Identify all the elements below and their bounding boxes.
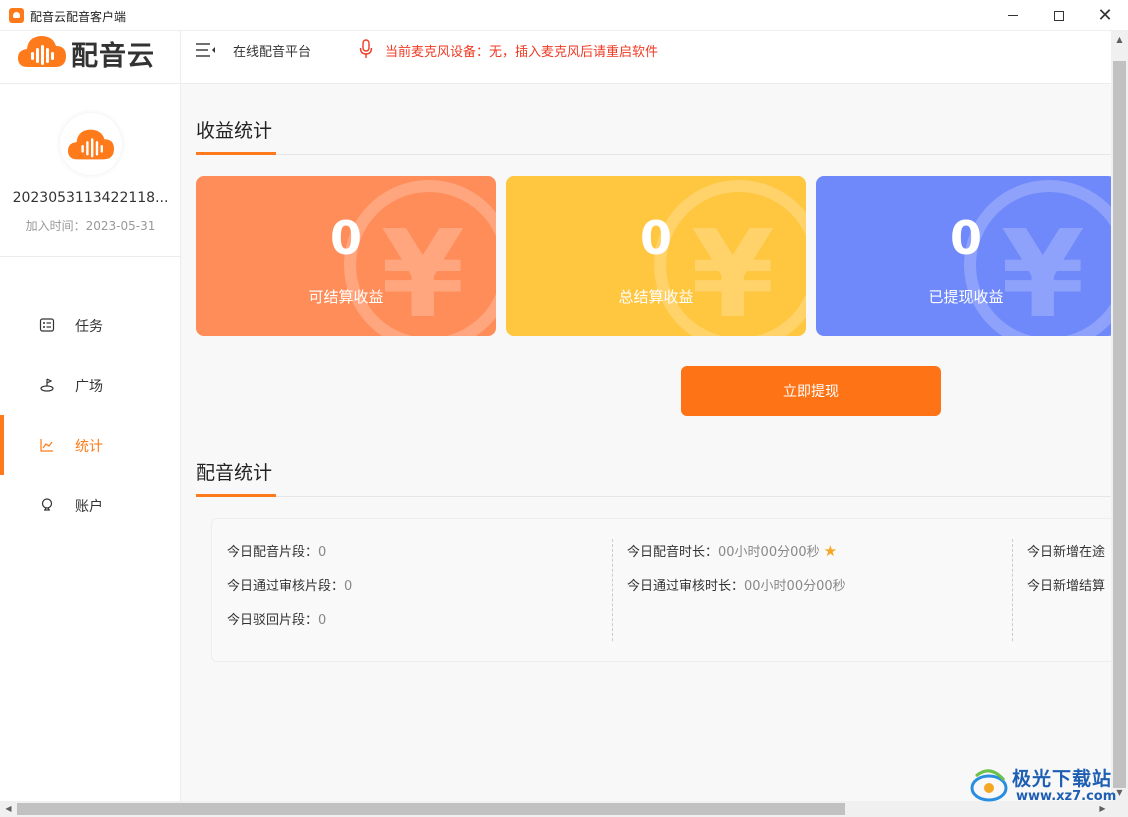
scroll-left-arrow-icon[interactable]: ◀	[0, 801, 17, 817]
avatar[interactable]	[60, 113, 122, 175]
section-title-underline	[196, 494, 276, 497]
site-watermark: 极光下载站 www.xz7.com	[968, 762, 1118, 808]
aurora-logo-icon	[970, 769, 1008, 802]
window-title: 配音云配音客户端	[30, 10, 127, 24]
earnings-card-settleable: ¥ 0 可结算收益	[196, 176, 496, 336]
sidebar: 配音云 2023053113422118... 加入时间：2023-05-31 …	[0, 31, 181, 801]
earnings-value: 0	[949, 211, 982, 265]
earnings-value: 0	[329, 211, 362, 265]
top-header: 在线配音平台 当前麦克风设备：无，插入麦克风后请重启软件	[181, 31, 1111, 84]
stat-label: 今日通过审核片段：	[227, 579, 345, 594]
sidebar-item-label: 账户	[75, 499, 103, 515]
maximize-button[interactable]	[1036, 0, 1082, 31]
stat-label: 今日通过审核时长：	[627, 579, 745, 594]
vertical-scroll-thumb[interactable]	[1113, 61, 1126, 788]
sidebar-item-label: 广场	[75, 379, 103, 395]
task-icon	[39, 318, 55, 332]
platform-title: 在线配音平台	[233, 45, 312, 60]
earnings-label: 已提现收益	[928, 288, 1004, 306]
sidebar-item-statistics[interactable]: 统计	[0, 415, 181, 475]
stat-today-segments: 今日配音片段：0	[227, 541, 326, 560]
stat-label: 今日新增结算	[1027, 579, 1106, 594]
stat-today-approved-segments: 今日通过审核片段：0	[227, 575, 352, 594]
stat-label: 今日驳回片段：	[227, 613, 319, 628]
withdraw-button[interactable]: 立即提现	[681, 366, 941, 416]
earnings-card-total: ¥ 0 总结算收益	[506, 176, 806, 336]
dubbing-section-title: 配音统计	[196, 462, 273, 484]
column-divider	[612, 539, 613, 641]
stat-label: 今日新增在途	[1027, 545, 1106, 560]
sidebar-item-label: 任务	[75, 319, 103, 335]
main-content: 收益统计 ¥ 0 可结算收益 ¥ 0 总结算收益 ¥ 0 已提现收益 立即提现 …	[181, 84, 1111, 801]
sidebar-item-account[interactable]: 账户	[0, 475, 181, 535]
menu-collapse-icon[interactable]	[196, 42, 216, 58]
dubbing-stats-panel: 今日配音片段：0 今日通过审核片段：0 今日驳回片段：0 今日配音时长：00小时…	[211, 518, 1111, 662]
microphone-icon	[359, 39, 373, 58]
account-icon	[41, 498, 53, 511]
star-icon: ★	[823, 542, 838, 560]
earnings-section-title: 收益统计	[196, 120, 273, 142]
earnings-value: 0	[639, 211, 672, 265]
stat-value: 0	[318, 545, 327, 560]
user-id: 2023053113422118...	[12, 190, 169, 206]
microphone-warning: 当前麦克风设备：无，插入麦克风后请重启软件	[385, 45, 659, 60]
stat-value: 0	[318, 613, 327, 628]
minimize-button[interactable]	[990, 0, 1036, 31]
square-icon	[40, 378, 54, 392]
minimize-icon	[1008, 15, 1018, 16]
section-divider	[196, 154, 1111, 155]
join-time: 加入时间：2023-05-31	[25, 219, 156, 233]
divider	[0, 256, 181, 257]
sidebar-item-task[interactable]: 任务	[0, 295, 181, 355]
earnings-card-withdrawn: ¥ 0 已提现收益	[816, 176, 1111, 336]
watermark-name: 极光下载站	[1012, 768, 1113, 790]
scroll-up-arrow-icon[interactable]: ▲	[1111, 31, 1128, 48]
window-titlebar: 配音云配音客户端 ✕	[0, 0, 1128, 31]
stat-label: 今日配音片段：	[227, 545, 319, 560]
stat-today-new-in-transit: 今日新增在途	[1027, 541, 1105, 560]
stat-today-approved-duration: 今日通过审核时长：00小时00分00秒	[627, 575, 846, 594]
horizontal-scroll-thumb[interactable]	[17, 803, 845, 815]
column-divider	[1012, 539, 1013, 641]
app-icon	[9, 8, 24, 23]
stat-value: 0	[344, 579, 353, 594]
stat-label: 今日配音时长：	[627, 545, 719, 560]
vertical-scrollbar[interactable]: ▲ ▼	[1111, 31, 1128, 801]
divider	[0, 83, 181, 84]
stat-value: 00小时00分00秒	[744, 579, 846, 594]
maximize-icon	[1054, 10, 1064, 21]
earnings-label: 可结算收益	[308, 288, 384, 306]
horizontal-scrollbar[interactable]: ◀ ▶	[0, 801, 1111, 817]
watermark-url: www.xz7.com	[1016, 789, 1117, 804]
stat-today-rejected-segments: 今日驳回片段：0	[227, 609, 326, 628]
stat-value: 00小时00分00秒	[718, 545, 820, 560]
section-divider	[196, 496, 1111, 497]
stat-today-duration: 今日配音时长：00小时00分00秒 ★	[627, 541, 837, 560]
app-logo: 配音云	[16, 31, 166, 83]
close-icon: ✕	[1097, 4, 1113, 26]
logo-text: 配音云	[71, 41, 155, 72]
sidebar-item-square[interactable]: 广场	[0, 355, 181, 415]
close-button[interactable]: ✕	[1082, 0, 1128, 31]
sidebar-item-label: 统计	[75, 439, 103, 455]
cloud-logo-icon	[18, 36, 66, 67]
stat-today-new-settled: 今日新增结算	[1027, 575, 1105, 594]
cloud-avatar-icon	[68, 129, 114, 160]
chart-icon	[40, 439, 53, 452]
earnings-label: 总结算收益	[618, 288, 694, 306]
section-title-underline	[196, 152, 276, 155]
